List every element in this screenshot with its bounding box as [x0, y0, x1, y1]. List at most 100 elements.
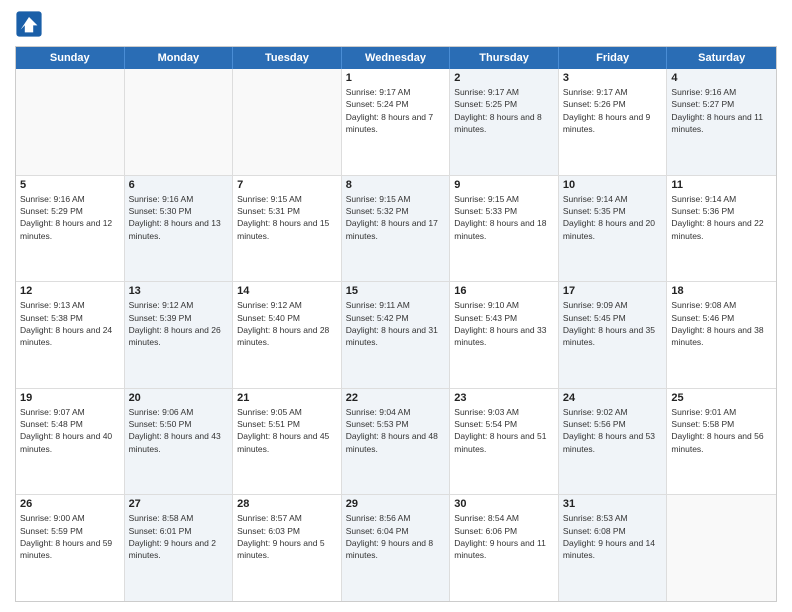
- cal-cell-day-4: 4 Sunrise: 9:16 AM Sunset: 5:27 PM Daylig…: [667, 69, 776, 175]
- cal-week-1: 1Sunrise: 9:17 AM Sunset: 5:24 PM Daylig…: [16, 69, 776, 176]
- calendar-body: 1Sunrise: 9:17 AM Sunset: 5:24 PM Daylig…: [16, 69, 776, 601]
- cell-info: Sunrise: 9:15 AM Sunset: 5:32 PM Dayligh…: [346, 193, 446, 242]
- cal-cell-day-1: 1Sunrise: 9:17 AM Sunset: 5:24 PM Daylig…: [342, 69, 451, 175]
- cell-info: Sunrise: 9:13 AM Sunset: 5:38 PM Dayligh…: [20, 299, 120, 348]
- cell-info: Sunrise: 9:16 AM Sunset: 5:27 PM Dayligh…: [671, 86, 772, 135]
- cal-cell-day-21: 21Sunrise: 9:05 AM Sunset: 5:51 PM Dayli…: [233, 389, 342, 495]
- day-number: 17: [563, 285, 663, 297]
- cal-cell-day-25: 25 Sunrise: 9:01 AM Sunset: 5:58 PM Dayli…: [667, 389, 776, 495]
- page-header: [15, 10, 777, 38]
- cal-header-sunday: Sunday: [16, 47, 125, 69]
- cell-info: Sunrise: 8:58 AM Sunset: 6:01 PM Dayligh…: [129, 512, 229, 561]
- cal-cell-day-6: 6 Sunrise: 9:16 AM Sunset: 5:30 PM Daylig…: [125, 176, 234, 282]
- cal-cell-empty: [125, 69, 234, 175]
- cell-info: Sunrise: 9:17 AM Sunset: 5:25 PM Dayligh…: [454, 86, 554, 135]
- cal-cell-day-3: 3Sunrise: 9:17 AM Sunset: 5:26 PM Daylig…: [559, 69, 668, 175]
- calendar-header-row: SundayMondayTuesdayWednesdayThursdayFrid…: [16, 47, 776, 69]
- cal-week-5: 26 Sunrise: 9:00 AM Sunset: 5:59 PM Dayli…: [16, 495, 776, 601]
- day-number: 9: [454, 179, 554, 191]
- cal-cell-day-31: 31Sunrise: 8:53 AM Sunset: 6:08 PM Dayli…: [559, 495, 668, 601]
- cal-cell-day-18: 18 Sunrise: 9:08 AM Sunset: 5:46 PM Dayli…: [667, 282, 776, 388]
- cal-cell-empty: [16, 69, 125, 175]
- day-number: 14: [237, 285, 337, 297]
- day-number: 27: [129, 498, 229, 510]
- day-number: 18: [671, 285, 772, 297]
- cell-info: Sunrise: 9:04 AM Sunset: 5:53 PM Dayligh…: [346, 406, 446, 455]
- day-number: 12: [20, 285, 120, 297]
- cal-cell-day-5: 5Sunrise: 9:16 AM Sunset: 5:29 PM Daylig…: [16, 176, 125, 282]
- cell-info: Sunrise: 8:54 AM Sunset: 6:06 PM Dayligh…: [454, 512, 554, 561]
- cell-info: Sunrise: 9:10 AM Sunset: 5:43 PM Dayligh…: [454, 299, 554, 348]
- cell-info: Sunrise: 8:56 AM Sunset: 6:04 PM Dayligh…: [346, 512, 446, 561]
- cell-info: Sunrise: 9:12 AM Sunset: 5:39 PM Dayligh…: [129, 299, 229, 348]
- calendar: SundayMondayTuesdayWednesdayThursdayFrid…: [15, 46, 777, 602]
- logo: [15, 10, 47, 38]
- cell-info: Sunrise: 9:14 AM Sunset: 5:36 PM Dayligh…: [671, 193, 772, 242]
- day-number: 7: [237, 179, 337, 191]
- cell-info: Sunrise: 9:16 AM Sunset: 5:30 PM Dayligh…: [129, 193, 229, 242]
- cal-cell-day-20: 20 Sunrise: 9:06 AM Sunset: 5:50 PM Dayli…: [125, 389, 234, 495]
- cell-info: Sunrise: 9:12 AM Sunset: 5:40 PM Dayligh…: [237, 299, 337, 348]
- cal-header-wednesday: Wednesday: [342, 47, 451, 69]
- cal-cell-day-28: 28 Sunrise: 8:57 AM Sunset: 6:03 PM Dayli…: [233, 495, 342, 601]
- day-number: 4: [671, 72, 772, 84]
- cal-cell-day-7: 7 Sunrise: 9:15 AM Sunset: 5:31 PM Daylig…: [233, 176, 342, 282]
- cal-header-friday: Friday: [559, 47, 668, 69]
- cal-week-3: 12 Sunrise: 9:13 AM Sunset: 5:38 PM Dayli…: [16, 282, 776, 389]
- cell-info: Sunrise: 9:03 AM Sunset: 5:54 PM Dayligh…: [454, 406, 554, 455]
- cal-cell-empty: [667, 495, 776, 601]
- cell-info: Sunrise: 9:15 AM Sunset: 5:31 PM Dayligh…: [237, 193, 337, 242]
- cal-cell-day-12: 12 Sunrise: 9:13 AM Sunset: 5:38 PM Dayli…: [16, 282, 125, 388]
- day-number: 24: [563, 392, 663, 404]
- cal-cell-day-2: 2Sunrise: 9:17 AM Sunset: 5:25 PM Daylig…: [450, 69, 559, 175]
- day-number: 29: [346, 498, 446, 510]
- day-number: 31: [563, 498, 663, 510]
- cell-info: Sunrise: 9:05 AM Sunset: 5:51 PM Dayligh…: [237, 406, 337, 455]
- day-number: 16: [454, 285, 554, 297]
- cal-cell-day-19: 19Sunrise: 9:07 AM Sunset: 5:48 PM Dayli…: [16, 389, 125, 495]
- day-number: 15: [346, 285, 446, 297]
- cal-cell-day-14: 14 Sunrise: 9:12 AM Sunset: 5:40 PM Dayli…: [233, 282, 342, 388]
- cal-cell-day-24: 24 Sunrise: 9:02 AM Sunset: 5:56 PM Dayli…: [559, 389, 668, 495]
- cell-info: Sunrise: 9:01 AM Sunset: 5:58 PM Dayligh…: [671, 406, 772, 455]
- cell-info: Sunrise: 9:09 AM Sunset: 5:45 PM Dayligh…: [563, 299, 663, 348]
- day-number: 25: [671, 392, 772, 404]
- cal-header-thursday: Thursday: [450, 47, 559, 69]
- day-number: 26: [20, 498, 120, 510]
- day-number: 22: [346, 392, 446, 404]
- day-number: 1: [346, 72, 446, 84]
- day-number: 23: [454, 392, 554, 404]
- cal-header-saturday: Saturday: [667, 47, 776, 69]
- cell-info: Sunrise: 9:11 AM Sunset: 5:42 PM Dayligh…: [346, 299, 446, 348]
- cal-cell-day-10: 10 Sunrise: 9:14 AM Sunset: 5:35 PM Dayli…: [559, 176, 668, 282]
- cal-cell-day-8: 8Sunrise: 9:15 AM Sunset: 5:32 PM Daylig…: [342, 176, 451, 282]
- cal-cell-day-22: 22 Sunrise: 9:04 AM Sunset: 5:53 PM Dayli…: [342, 389, 451, 495]
- day-number: 5: [20, 179, 120, 191]
- cell-info: Sunrise: 9:15 AM Sunset: 5:33 PM Dayligh…: [454, 193, 554, 242]
- cal-cell-day-11: 11 Sunrise: 9:14 AM Sunset: 5:36 PM Dayli…: [667, 176, 776, 282]
- day-number: 11: [671, 179, 772, 191]
- cal-cell-day-17: 17 Sunrise: 9:09 AM Sunset: 5:45 PM Dayli…: [559, 282, 668, 388]
- cell-info: Sunrise: 9:14 AM Sunset: 5:35 PM Dayligh…: [563, 193, 663, 242]
- day-number: 10: [563, 179, 663, 191]
- cal-header-tuesday: Tuesday: [233, 47, 342, 69]
- day-number: 28: [237, 498, 337, 510]
- cal-cell-day-27: 27 Sunrise: 8:58 AM Sunset: 6:01 PM Dayli…: [125, 495, 234, 601]
- cell-info: Sunrise: 8:57 AM Sunset: 6:03 PM Dayligh…: [237, 512, 337, 561]
- cal-cell-day-13: 13Sunrise: 9:12 AM Sunset: 5:39 PM Dayli…: [125, 282, 234, 388]
- day-number: 6: [129, 179, 229, 191]
- cal-week-4: 19Sunrise: 9:07 AM Sunset: 5:48 PM Dayli…: [16, 389, 776, 496]
- cell-info: Sunrise: 9:08 AM Sunset: 5:46 PM Dayligh…: [671, 299, 772, 348]
- cell-info: Sunrise: 9:00 AM Sunset: 5:59 PM Dayligh…: [20, 512, 120, 561]
- cal-cell-day-9: 9 Sunrise: 9:15 AM Sunset: 5:33 PM Daylig…: [450, 176, 559, 282]
- day-number: 30: [454, 498, 554, 510]
- logo-icon: [15, 10, 43, 38]
- cell-info: Sunrise: 9:07 AM Sunset: 5:48 PM Dayligh…: [20, 406, 120, 455]
- cal-cell-day-29: 29 Sunrise: 8:56 AM Sunset: 6:04 PM Dayli…: [342, 495, 451, 601]
- cell-info: Sunrise: 9:06 AM Sunset: 5:50 PM Dayligh…: [129, 406, 229, 455]
- cal-week-2: 5Sunrise: 9:16 AM Sunset: 5:29 PM Daylig…: [16, 176, 776, 283]
- cal-cell-day-16: 16 Sunrise: 9:10 AM Sunset: 5:43 PM Dayli…: [450, 282, 559, 388]
- cell-info: Sunrise: 9:02 AM Sunset: 5:56 PM Dayligh…: [563, 406, 663, 455]
- day-number: 20: [129, 392, 229, 404]
- cal-cell-day-15: 15 Sunrise: 9:11 AM Sunset: 5:42 PM Dayli…: [342, 282, 451, 388]
